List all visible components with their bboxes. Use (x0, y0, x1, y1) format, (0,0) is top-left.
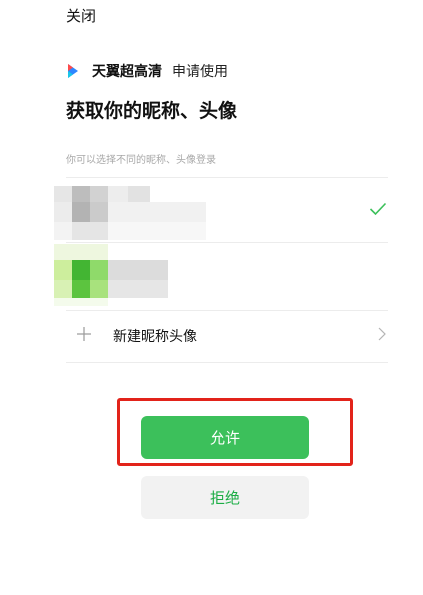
app-name: 天翼超高清 (92, 64, 162, 80)
app-info-row: 天翼超高清 申请使用 (66, 61, 228, 81)
app-request-label: 申请使用 (172, 64, 228, 80)
app-logo-icon (68, 64, 78, 78)
checkmark-icon (369, 202, 387, 216)
new-profile-row[interactable]: 新建昵称头像 (0, 310, 423, 362)
page-title: 获取你的昵称、头像 (66, 100, 238, 122)
allow-button[interactable]: 允许 (141, 416, 309, 459)
close-link[interactable]: 关闭 (66, 5, 96, 26)
hint-text: 你可以选择不同的昵称、头像登录 (66, 155, 216, 166)
plus-icon (77, 327, 91, 341)
reject-button[interactable]: 拒绝 (141, 476, 309, 519)
divider (66, 177, 388, 178)
profile-option[interactable] (0, 242, 423, 310)
profile-option-selected[interactable] (0, 180, 423, 242)
authorization-page: 关闭 天翼超高清 申请使用 获取你的昵称、头像 你可以选择不同的昵称、头像登录 (0, 0, 423, 595)
chevron-right-icon (378, 327, 386, 341)
divider (66, 362, 388, 363)
new-profile-label: 新建昵称头像 (113, 329, 197, 345)
